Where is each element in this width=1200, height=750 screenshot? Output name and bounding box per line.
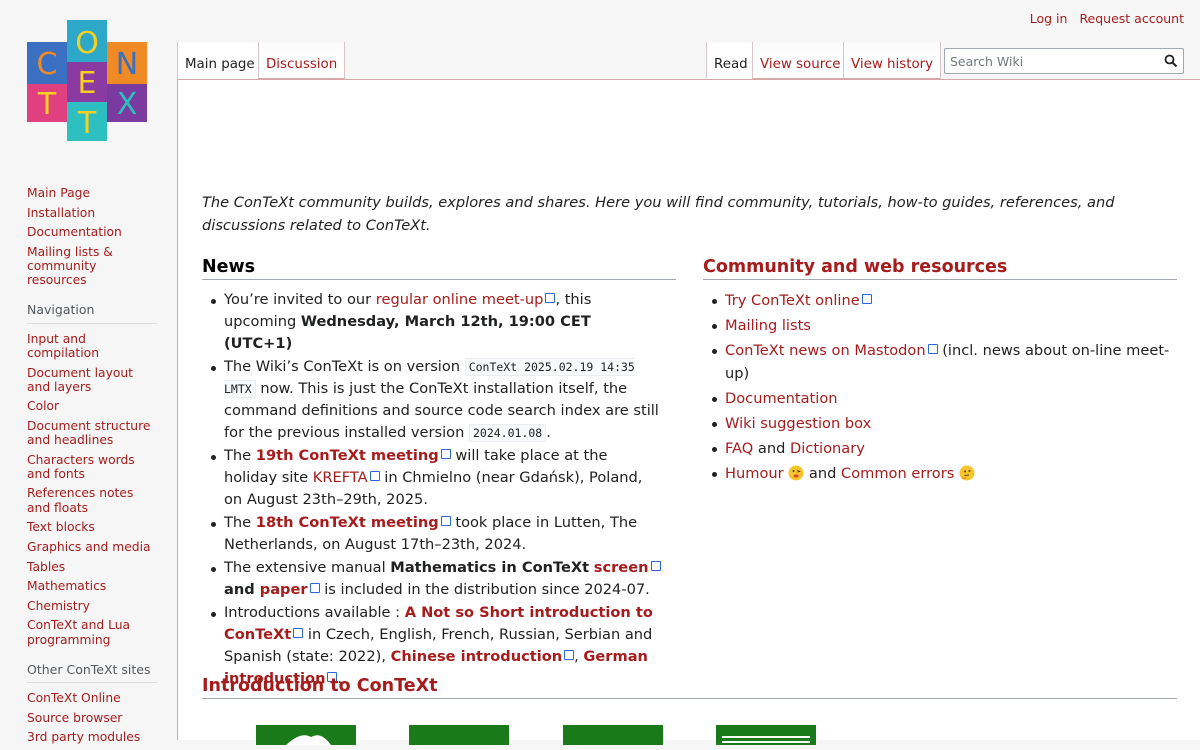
news-item: The 18th ConTeXt meeting took place in L…: [202, 512, 662, 556]
meetup-link[interactable]: regular online meet-up: [376, 291, 556, 308]
sidebar-item-chemistry[interactable]: Chemistry: [27, 599, 157, 613]
intro-text: The ConTeXt community builds, explores a…: [202, 194, 1115, 234]
navigation-title: Navigation: [27, 303, 157, 324]
old-version-code: 2024.01.08: [468, 424, 547, 442]
logo-letter-e: E: [78, 66, 97, 101]
thumbnail-4[interactable]: [716, 725, 816, 745]
chinese-intro-link[interactable]: Chinese introduction: [391, 648, 575, 665]
tab-baseline: [177, 79, 1200, 80]
krefta-link[interactable]: KREFTA: [313, 469, 380, 486]
faq-link[interactable]: FAQ: [725, 440, 753, 457]
search-box: [944, 48, 1184, 74]
sidebar-item-fonts[interactable]: Characters words and fonts: [27, 453, 157, 481]
tab-main-page[interactable]: Main page: [177, 42, 263, 79]
try-online-link[interactable]: Try ConTeXt online: [725, 292, 872, 309]
content-area: The ConTeXt community builds, explores a…: [177, 79, 1200, 745]
news-item: The extensive manual Mathematics in ConT…: [202, 557, 662, 601]
thinking-emoji-icon: [959, 465, 975, 481]
news-list: You’re invited to our regular online mee…: [202, 289, 662, 691]
logo-letter-x: X: [117, 87, 138, 122]
mailing-lists-link[interactable]: Mailing lists: [725, 317, 811, 334]
suggestion-box-link[interactable]: Wiki suggestion box: [725, 415, 871, 432]
search-input[interactable]: [950, 50, 1155, 72]
thumbnail-3[interactable]: [563, 725, 663, 745]
thumbnail-2[interactable]: [409, 725, 509, 745]
thumbnail-1[interactable]: [256, 725, 356, 745]
sidebar-item-source-browser[interactable]: Source browser: [27, 711, 157, 725]
news-item: The 19th ConTeXt meeting will take place…: [202, 445, 662, 511]
community-list: Try ConTeXt online Mailing lists ConTeXt…: [703, 289, 1177, 486]
other-sites-title: Other ConTeXt sites: [27, 662, 157, 684]
community-item: Documentation: [703, 387, 1177, 411]
news-item: The Wiki’s ConTeXt is on version ConTeXt…: [202, 356, 662, 444]
sidebar-item-tables[interactable]: Tables: [27, 560, 157, 574]
tab-view-source[interactable]: View source: [752, 42, 849, 79]
sidebar-item-3rd-party[interactable]: 3rd party modules: [27, 730, 157, 744]
community-item: ConTeXt news on Mastodon (incl. news abo…: [703, 339, 1177, 387]
documentation-link[interactable]: Documentation: [725, 390, 838, 407]
sidebar-item-text-blocks[interactable]: Text blocks: [27, 520, 157, 534]
logo-letter-o: O: [75, 26, 99, 61]
logo-letter-t1: T: [37, 87, 57, 122]
personal-tools: Log in Request account: [1022, 11, 1184, 26]
tongue-emoji-icon: [788, 465, 804, 481]
logo-letter-n: N: [116, 47, 138, 82]
sidebar-item-input[interactable]: Input and compilation: [27, 332, 157, 360]
sidebar-item-documentation[interactable]: Documentation: [27, 225, 157, 239]
tab-discussion[interactable]: Discussion: [258, 42, 346, 79]
sidebar: Main Page Installation Documentation Mai…: [27, 186, 157, 750]
community-heading: Community and web resources: [703, 257, 1177, 280]
logo-letter-t2: T: [77, 106, 97, 141]
sidebar-item-references[interactable]: References notes and floats: [27, 486, 157, 514]
common-errors-link[interactable]: Common errors: [841, 465, 954, 482]
sidebar-item-lua[interactable]: ConTeXt and Lua programming: [27, 618, 157, 646]
sidebar-item-installation[interactable]: Installation: [27, 206, 157, 220]
sidebar-item-mathematics[interactable]: Mathematics: [27, 579, 157, 593]
tab-view-history[interactable]: View history: [843, 42, 942, 79]
tab-read[interactable]: Read: [706, 42, 756, 79]
news-item: You’re invited to our regular online mee…: [202, 289, 662, 355]
sidebar-item-mailing-lists[interactable]: Mailing lists & community resources: [27, 245, 157, 287]
community-item: Try ConTeXt online: [703, 289, 1177, 313]
logo-letter-c: C: [37, 47, 58, 82]
sidebar-item-layout[interactable]: Document layout and layers: [27, 366, 157, 394]
introduction-heading: Introduction to ConTeXt: [202, 676, 1177, 699]
context-logo[interactable]: O C N E T X T: [27, 20, 149, 141]
sidebar-item-structure[interactable]: Document structure and headlines: [27, 419, 157, 447]
screen-link[interactable]: screen: [594, 559, 661, 576]
login-link[interactable]: Log in: [1030, 11, 1068, 26]
meeting-18-link[interactable]: 18th ConTeXt meeting: [256, 514, 451, 531]
community-item: Humour and Common errors: [703, 462, 1177, 486]
meeting-19-link[interactable]: 19th ConTeXt meeting: [256, 447, 451, 464]
dictionary-link[interactable]: Dictionary: [790, 440, 865, 457]
sidebar-item-main-page[interactable]: Main Page: [27, 186, 157, 200]
paper-link[interactable]: paper: [260, 581, 320, 598]
sidebar-item-graphics[interactable]: Graphics and media: [27, 540, 157, 554]
sidebar-item-color[interactable]: Color: [27, 399, 157, 413]
news-heading: News: [202, 257, 676, 280]
community-item: Mailing lists: [703, 314, 1177, 338]
sidebar-item-context-online[interactable]: ConTeXt Online: [27, 691, 157, 705]
search-icon[interactable]: [1164, 54, 1178, 68]
request-account-link[interactable]: Request account: [1079, 11, 1184, 26]
community-item: FAQ and Dictionary: [703, 437, 1177, 461]
community-item: Wiki suggestion box: [703, 412, 1177, 436]
humour-link[interactable]: Humour: [725, 465, 784, 482]
mastodon-link[interactable]: ConTeXt news on Mastodon: [725, 342, 938, 359]
